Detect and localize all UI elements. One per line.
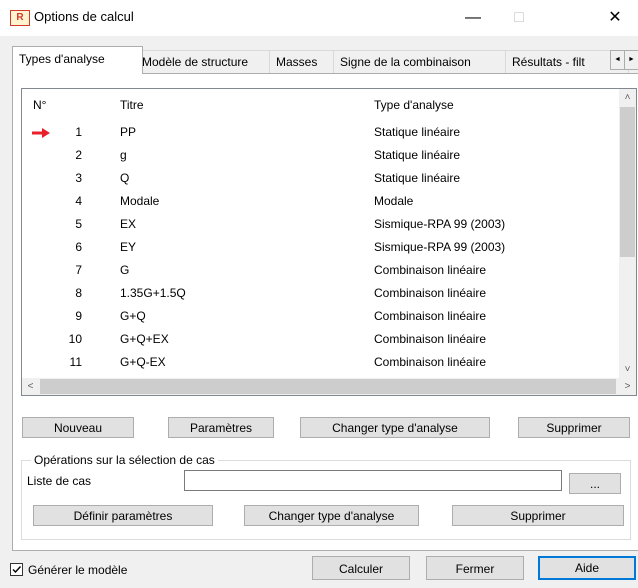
table-row[interactable]: 4 Modale Modale bbox=[22, 190, 618, 213]
selection-change-type-button[interactable]: Changer type d'analyse bbox=[244, 505, 419, 526]
table-row[interactable]: 8 1.35G+1.5Q Combinaison linéaire bbox=[22, 282, 618, 305]
close-dialog-button[interactable]: Fermer bbox=[426, 556, 524, 580]
column-header-type[interactable]: Type d'analyse bbox=[374, 98, 454, 112]
row-number: 7 bbox=[75, 263, 82, 277]
row-number: 10 bbox=[68, 332, 82, 346]
row-title: G bbox=[120, 263, 130, 277]
row-type: Statique linéaire bbox=[374, 171, 461, 185]
tab-modele-structure[interactable]: Modèle de structure bbox=[135, 50, 271, 73]
table-row[interactable]: 3 Q Statique linéaire bbox=[22, 167, 618, 190]
row-type: Modale bbox=[374, 194, 414, 208]
row-title: Q bbox=[120, 171, 130, 185]
parameters-button[interactable]: Paramètres bbox=[168, 417, 274, 438]
column-header-number[interactable]: N° bbox=[33, 98, 46, 112]
selection-arrow-icon bbox=[32, 128, 50, 138]
minimize-button[interactable]: — bbox=[450, 0, 496, 36]
row-number: 1 bbox=[75, 125, 82, 139]
row-title: g bbox=[120, 148, 127, 162]
generate-model-label[interactable]: Générer le modèle bbox=[28, 563, 127, 577]
app-icon: R bbox=[10, 10, 30, 26]
row-number: 6 bbox=[75, 240, 82, 254]
table-row[interactable]: 7 G Combinaison linéaire bbox=[22, 259, 618, 282]
row-type: Sismique-RPA 99 (2003) bbox=[374, 217, 506, 231]
row-number: 4 bbox=[75, 194, 82, 208]
row-title: Modale bbox=[120, 194, 160, 208]
row-title: EY bbox=[120, 240, 137, 254]
row-number: 8 bbox=[75, 286, 82, 300]
tab-signe-combinaison[interactable]: Signe de la combinaison bbox=[333, 50, 507, 73]
horizontal-scrollbar[interactable]: < > bbox=[22, 378, 636, 395]
close-button[interactable]: ✕ bbox=[592, 0, 638, 36]
scroll-up-icon[interactable]: ˄ bbox=[619, 89, 636, 106]
row-title: G+Q bbox=[120, 309, 146, 323]
row-type: Statique linéaire bbox=[374, 125, 461, 139]
row-title: G+Q-EX bbox=[120, 355, 166, 369]
case-list-input[interactable] bbox=[184, 470, 562, 491]
row-title: 1.35G+1.5Q bbox=[120, 286, 186, 300]
table-row[interactable]: 11 G+Q-EX Combinaison linéaire bbox=[22, 351, 618, 374]
row-type: Combinaison linéaire bbox=[374, 332, 487, 346]
row-title: EX bbox=[120, 217, 137, 231]
new-button[interactable]: Nouveau bbox=[22, 417, 134, 438]
tab-types-analyse[interactable]: Types d'analyse bbox=[12, 46, 143, 74]
scroll-down-icon[interactable]: ˅ bbox=[619, 361, 636, 378]
change-analysis-type-button[interactable]: Changer type d'analyse bbox=[300, 417, 490, 438]
table-row[interactable]: 2 g Statique linéaire bbox=[22, 144, 618, 167]
table-row[interactable]: 9 G+Q Combinaison linéaire bbox=[22, 305, 618, 328]
row-number: 2 bbox=[75, 148, 82, 162]
scroll-left-icon[interactable]: < bbox=[22, 378, 39, 395]
row-type: Combinaison linéaire bbox=[374, 309, 487, 323]
table-row[interactable]: 10 G+Q+EX Combinaison linéaire bbox=[22, 328, 618, 351]
row-number: 3 bbox=[75, 171, 82, 185]
browse-button[interactable]: ... bbox=[569, 473, 621, 494]
table-row[interactable]: 6 EY Sismique-RPA 99 (2003) bbox=[22, 236, 618, 259]
row-type: Combinaison linéaire bbox=[374, 355, 487, 369]
help-button[interactable]: Aide bbox=[538, 556, 636, 580]
row-number: 9 bbox=[75, 309, 82, 323]
row-type: Statique linéaire bbox=[374, 148, 461, 162]
checkmark-icon bbox=[12, 566, 22, 574]
scroll-right-icon[interactable]: > bbox=[619, 378, 636, 395]
table-row[interactable]: 1 PP Statique linéaire bbox=[22, 121, 618, 144]
column-header-title[interactable]: Titre bbox=[120, 98, 144, 112]
row-title: PP bbox=[120, 125, 137, 139]
row-number: 11 bbox=[69, 355, 82, 369]
row-type: Sismique-RPA 99 (2003) bbox=[374, 240, 506, 254]
row-type: Combinaison linéaire bbox=[374, 286, 487, 300]
calculate-button[interactable]: Calculer bbox=[312, 556, 410, 580]
tab-masses[interactable]: Masses bbox=[269, 50, 335, 73]
vertical-scrollbar[interactable]: ˄ ˅ bbox=[619, 89, 636, 378]
row-type: Combinaison linéaire bbox=[374, 263, 487, 277]
window-title: Options de calcul bbox=[34, 9, 134, 24]
delete-button[interactable]: Supprimer bbox=[518, 417, 630, 438]
tab-scroll-left-button[interactable]: ◄ bbox=[610, 50, 625, 70]
title-bar: R Options de calcul — □ ✕ bbox=[0, 0, 638, 36]
table-row[interactable]: 5 EX Sismique-RPA 99 (2003) bbox=[22, 213, 618, 236]
maximize-button: □ bbox=[514, 9, 524, 26]
horizontal-scroll-thumb[interactable] bbox=[40, 379, 616, 394]
analysis-cases-list[interactable]: N° Titre Type d'analyse 1 PP Statique li… bbox=[21, 88, 637, 396]
tab-strip: Types d'analyse Modèle de structure Mass… bbox=[12, 44, 638, 74]
selection-delete-button[interactable]: Supprimer bbox=[452, 505, 624, 526]
group-legend: Opérations sur la sélection de cas bbox=[31, 453, 218, 467]
generate-model-checkbox[interactable] bbox=[10, 563, 23, 576]
tab-scroll-right-button[interactable]: ► bbox=[624, 50, 638, 70]
case-list-label: Liste de cas bbox=[27, 474, 92, 488]
row-number: 5 bbox=[75, 217, 82, 231]
row-title: G+Q+EX bbox=[120, 332, 169, 346]
define-parameters-button[interactable]: Définir paramètres bbox=[33, 505, 213, 526]
vertical-scroll-thumb[interactable] bbox=[620, 107, 635, 257]
